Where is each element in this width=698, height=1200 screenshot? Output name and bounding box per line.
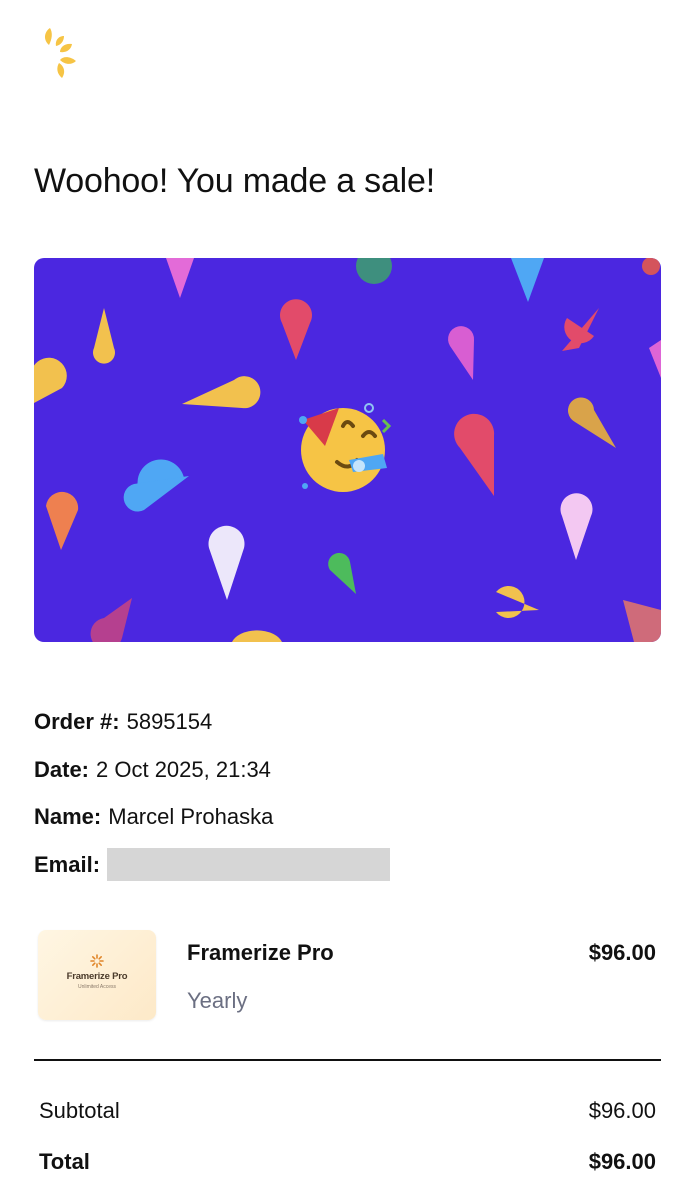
customer-email-redacted — [107, 848, 391, 881]
thumbnail-subtitle: Unlimited Access — [77, 984, 117, 990]
customer-name-value: Marcel Prohaska — [108, 804, 274, 829]
total-value: $96.00 — [588, 1149, 656, 1174]
celebration-banner — [34, 258, 661, 642]
party-face-emoji-icon — [297, 400, 397, 500]
product-price: $96.00 — [588, 940, 656, 965]
order-date-row: Date: 2 Oct 2025, 21:34 — [34, 756, 390, 782]
thumbnail-title: Framerize Pro — [66, 971, 128, 982]
summary-divider — [34, 1059, 661, 1061]
total-row: Total $96.00 — [39, 1149, 656, 1175]
total-label: Total — [39, 1149, 90, 1174]
lemon-slice-icon — [40, 26, 88, 80]
subtotal-value: $96.00 — [588, 1098, 656, 1123]
page-title: Woohoo! You made a sale! — [34, 162, 435, 200]
product-name: Framerize Pro — [187, 940, 334, 965]
customer-name-row: Name: Marcel Prohaska — [34, 805, 390, 829]
product-thumbnail: Framerize Pro Unlimited Access — [38, 930, 156, 1020]
customer-email-row: Email: — [34, 848, 391, 881]
order-date-label: Date: — [34, 756, 90, 782]
customer-name-label: Name: — [34, 804, 102, 829]
order-date-value: 2 Oct 2025, 21:34 — [96, 756, 271, 782]
customer-email-label: Email: — [34, 851, 101, 877]
order-number-row: Order #: 5895154 — [34, 710, 390, 734]
order-number-value: 5895154 — [126, 709, 213, 734]
subtotal-label: Subtotal — [39, 1098, 120, 1123]
order-number-label: Order #: — [34, 709, 120, 734]
sparkle-icon — [90, 954, 104, 968]
order-details: Order #: 5895154 Date: 2 Oct 2025, 21:34… — [34, 710, 391, 900]
subtotal-row: Subtotal $96.00 — [39, 1098, 656, 1124]
product-plan: Yearly — [187, 988, 248, 1013]
